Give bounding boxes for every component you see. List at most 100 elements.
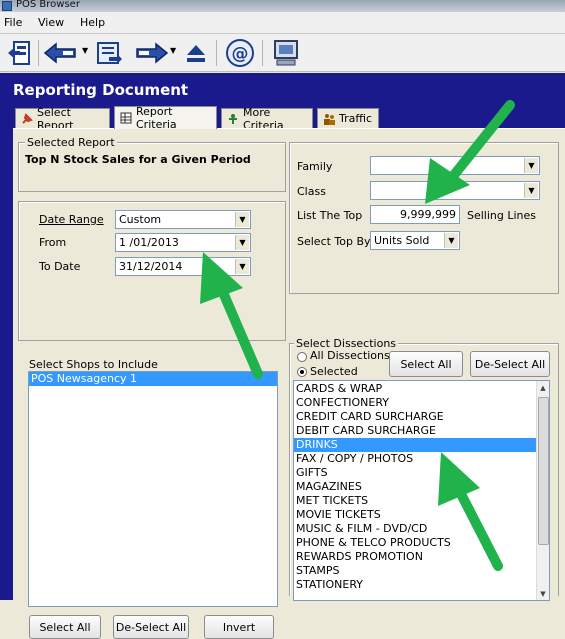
date-range-label-text: Date Range [39, 213, 104, 226]
shops-select-all-button[interactable]: Select All [29, 615, 101, 639]
top-by-label: Select Top By [297, 235, 371, 248]
pushpin-icon [21, 112, 33, 125]
eject-icon [187, 45, 205, 62]
toolbar: ▼ ▼ @ [0, 34, 565, 72]
scroll-thumb[interactable] [538, 397, 549, 545]
date-range-value: Custom [119, 213, 162, 226]
exit-button[interactable] [4, 38, 34, 68]
scroll-up-icon[interactable]: ▲ [537, 381, 549, 394]
chevron-down-icon[interactable]: ▼ [235, 212, 249, 227]
back-arrow-icon [43, 42, 76, 64]
dissection-list-item[interactable]: STAMPS [294, 564, 536, 578]
tree-icon [227, 113, 239, 125]
dissection-list-item[interactable]: FAX / COPY / PHOTOS [294, 452, 536, 466]
class-select[interactable]: ▼ [370, 181, 540, 200]
shops-deselect-all-button[interactable]: De-Select All [113, 615, 189, 639]
shops-list[interactable]: POS Newsagency 1 [28, 371, 278, 607]
grid-icon [120, 112, 132, 124]
document-forward-icon [97, 42, 122, 64]
computer-icon [274, 40, 298, 66]
dissection-list-item[interactable]: REWARDS PROMOTION [294, 550, 536, 564]
top-by-select[interactable]: Units Sold ▼ [370, 231, 460, 250]
chevron-down-icon[interactable]: ▼ [235, 259, 249, 274]
all-dissections-label: All Dissections [310, 349, 390, 362]
dissection-list-item[interactable]: MAGAZINES [294, 480, 536, 494]
forward-button[interactable] [134, 38, 170, 68]
dissection-list-item[interactable]: CREDIT CARD SURCHARGE [294, 410, 536, 424]
to-date-value: 31/12/2014 [119, 260, 183, 273]
from-date-value: 1 /01/2013 [119, 236, 179, 249]
list-top-label: List The Top [297, 209, 363, 222]
back-button[interactable] [42, 38, 78, 68]
window-title: POS Browser [16, 0, 80, 10]
tab-select-report[interactable]: Select Report [15, 106, 110, 132]
dissections-list[interactable]: CARDS & WRAP CONFECTIONERY CREDIT CARD SUR… [293, 380, 550, 601]
to-date-label: To Date [39, 260, 81, 273]
tab-more-criteria[interactable]: More Criteria [221, 106, 313, 132]
tab-label: Traffic [339, 112, 373, 125]
date-range-select[interactable]: Custom ▼ [115, 210, 251, 229]
email-at-icon: @ [226, 39, 254, 67]
scroll-down-icon[interactable]: ▼ [537, 587, 549, 600]
selected-dissections-radio[interactable] [297, 367, 307, 377]
page-title: Reporting Document [13, 81, 189, 99]
tab-label: Report Criteria [136, 105, 177, 131]
all-dissections-radio[interactable] [297, 352, 307, 362]
back-dropdown-icon[interactable]: ▼ [82, 46, 88, 55]
dissection-list-item[interactable]: DEBIT CARD SURCHARGE [294, 424, 536, 438]
forward-arrow-icon [136, 42, 169, 64]
forward-dropdown-icon[interactable]: ▼ [170, 46, 176, 55]
svg-text:@: @ [232, 44, 249, 64]
selected-report-name: Top N Stock Sales for a Given Period [25, 153, 251, 166]
criteria-group: Family ▼ Class ▼ List The Top 9,999,999 … [289, 142, 559, 294]
dissections-scrollbar[interactable]: ▲ ▼ [536, 381, 549, 600]
reporting-document: Reporting Document Select Report Report … [0, 73, 565, 639]
window-titlebar: POS Browser [0, 0, 565, 12]
selected-dissections-label: Selected [310, 365, 358, 378]
date-range-label: Date Range [39, 213, 104, 226]
shops-label: Select Shops to Include [29, 358, 158, 371]
from-date-picker[interactable]: 1 /01/2013 ▼ [115, 233, 251, 252]
selling-lines-label: Selling Lines [467, 209, 537, 222]
to-date-picker[interactable]: 31/12/2014 ▼ [115, 257, 251, 276]
tab-report-criteria[interactable]: Report Criteria [114, 105, 217, 131]
dissection-list-item[interactable]: STATIONERY [294, 578, 536, 592]
report-criteria-panel: Selected Report Top N Stock Sales for a … [13, 128, 565, 639]
dissections-select-all-button[interactable]: Select All [389, 351, 463, 377]
tab-traffic[interactable]: Traffic [317, 108, 379, 128]
selected-report-legend: Selected Report [25, 136, 117, 149]
eject-button[interactable] [182, 38, 210, 68]
menu-view[interactable]: View [38, 16, 64, 29]
dissection-list-item[interactable]: GIFTS [294, 466, 536, 480]
chevron-down-icon[interactable]: ▼ [444, 233, 458, 248]
from-label: From [39, 236, 67, 249]
app-icon [2, 1, 12, 11]
selected-report-group: Selected Report Top N Stock Sales for a … [18, 136, 286, 192]
family-label: Family [297, 160, 333, 173]
dissection-list-item[interactable]: CARDS & WRAP [294, 382, 536, 396]
class-label: Class [297, 185, 326, 198]
dissection-list-item[interactable]: MUSIC & FILM - DVD/CD [294, 522, 536, 536]
dissection-list-item[interactable]: PHONE & TELCO PRODUCTS [294, 536, 536, 550]
forward-doc-button[interactable] [94, 38, 124, 68]
chevron-down-icon[interactable]: ▼ [524, 158, 538, 173]
menu-help[interactable]: Help [80, 16, 105, 29]
dissections-deselect-all-button[interactable]: De-Select All [470, 351, 550, 377]
chevron-down-icon[interactable]: ▼ [524, 183, 538, 198]
shop-list-item[interactable]: POS Newsagency 1 [29, 372, 277, 386]
email-button[interactable]: @ [224, 38, 256, 68]
family-select[interactable]: ▼ [370, 156, 540, 175]
menu-file[interactable]: File [4, 16, 22, 29]
list-top-input[interactable]: 9,999,999 [370, 205, 460, 224]
chevron-down-icon[interactable]: ▼ [235, 235, 249, 250]
dissection-list-item[interactable]: DRINKS [294, 438, 536, 452]
dissection-list-item[interactable]: MOVIE TICKETS [294, 508, 536, 522]
dissection-list-item[interactable]: CONFECTIONERY [294, 396, 536, 410]
computer-button[interactable] [270, 38, 302, 68]
people-icon [323, 113, 335, 125]
menu-bar: File View Help [0, 12, 565, 34]
top-by-value: Units Sold [374, 234, 430, 247]
shops-invert-button[interactable]: Invert [204, 615, 274, 639]
dissection-list-item[interactable]: MET TICKETS [294, 494, 536, 508]
exit-icon [8, 41, 30, 65]
